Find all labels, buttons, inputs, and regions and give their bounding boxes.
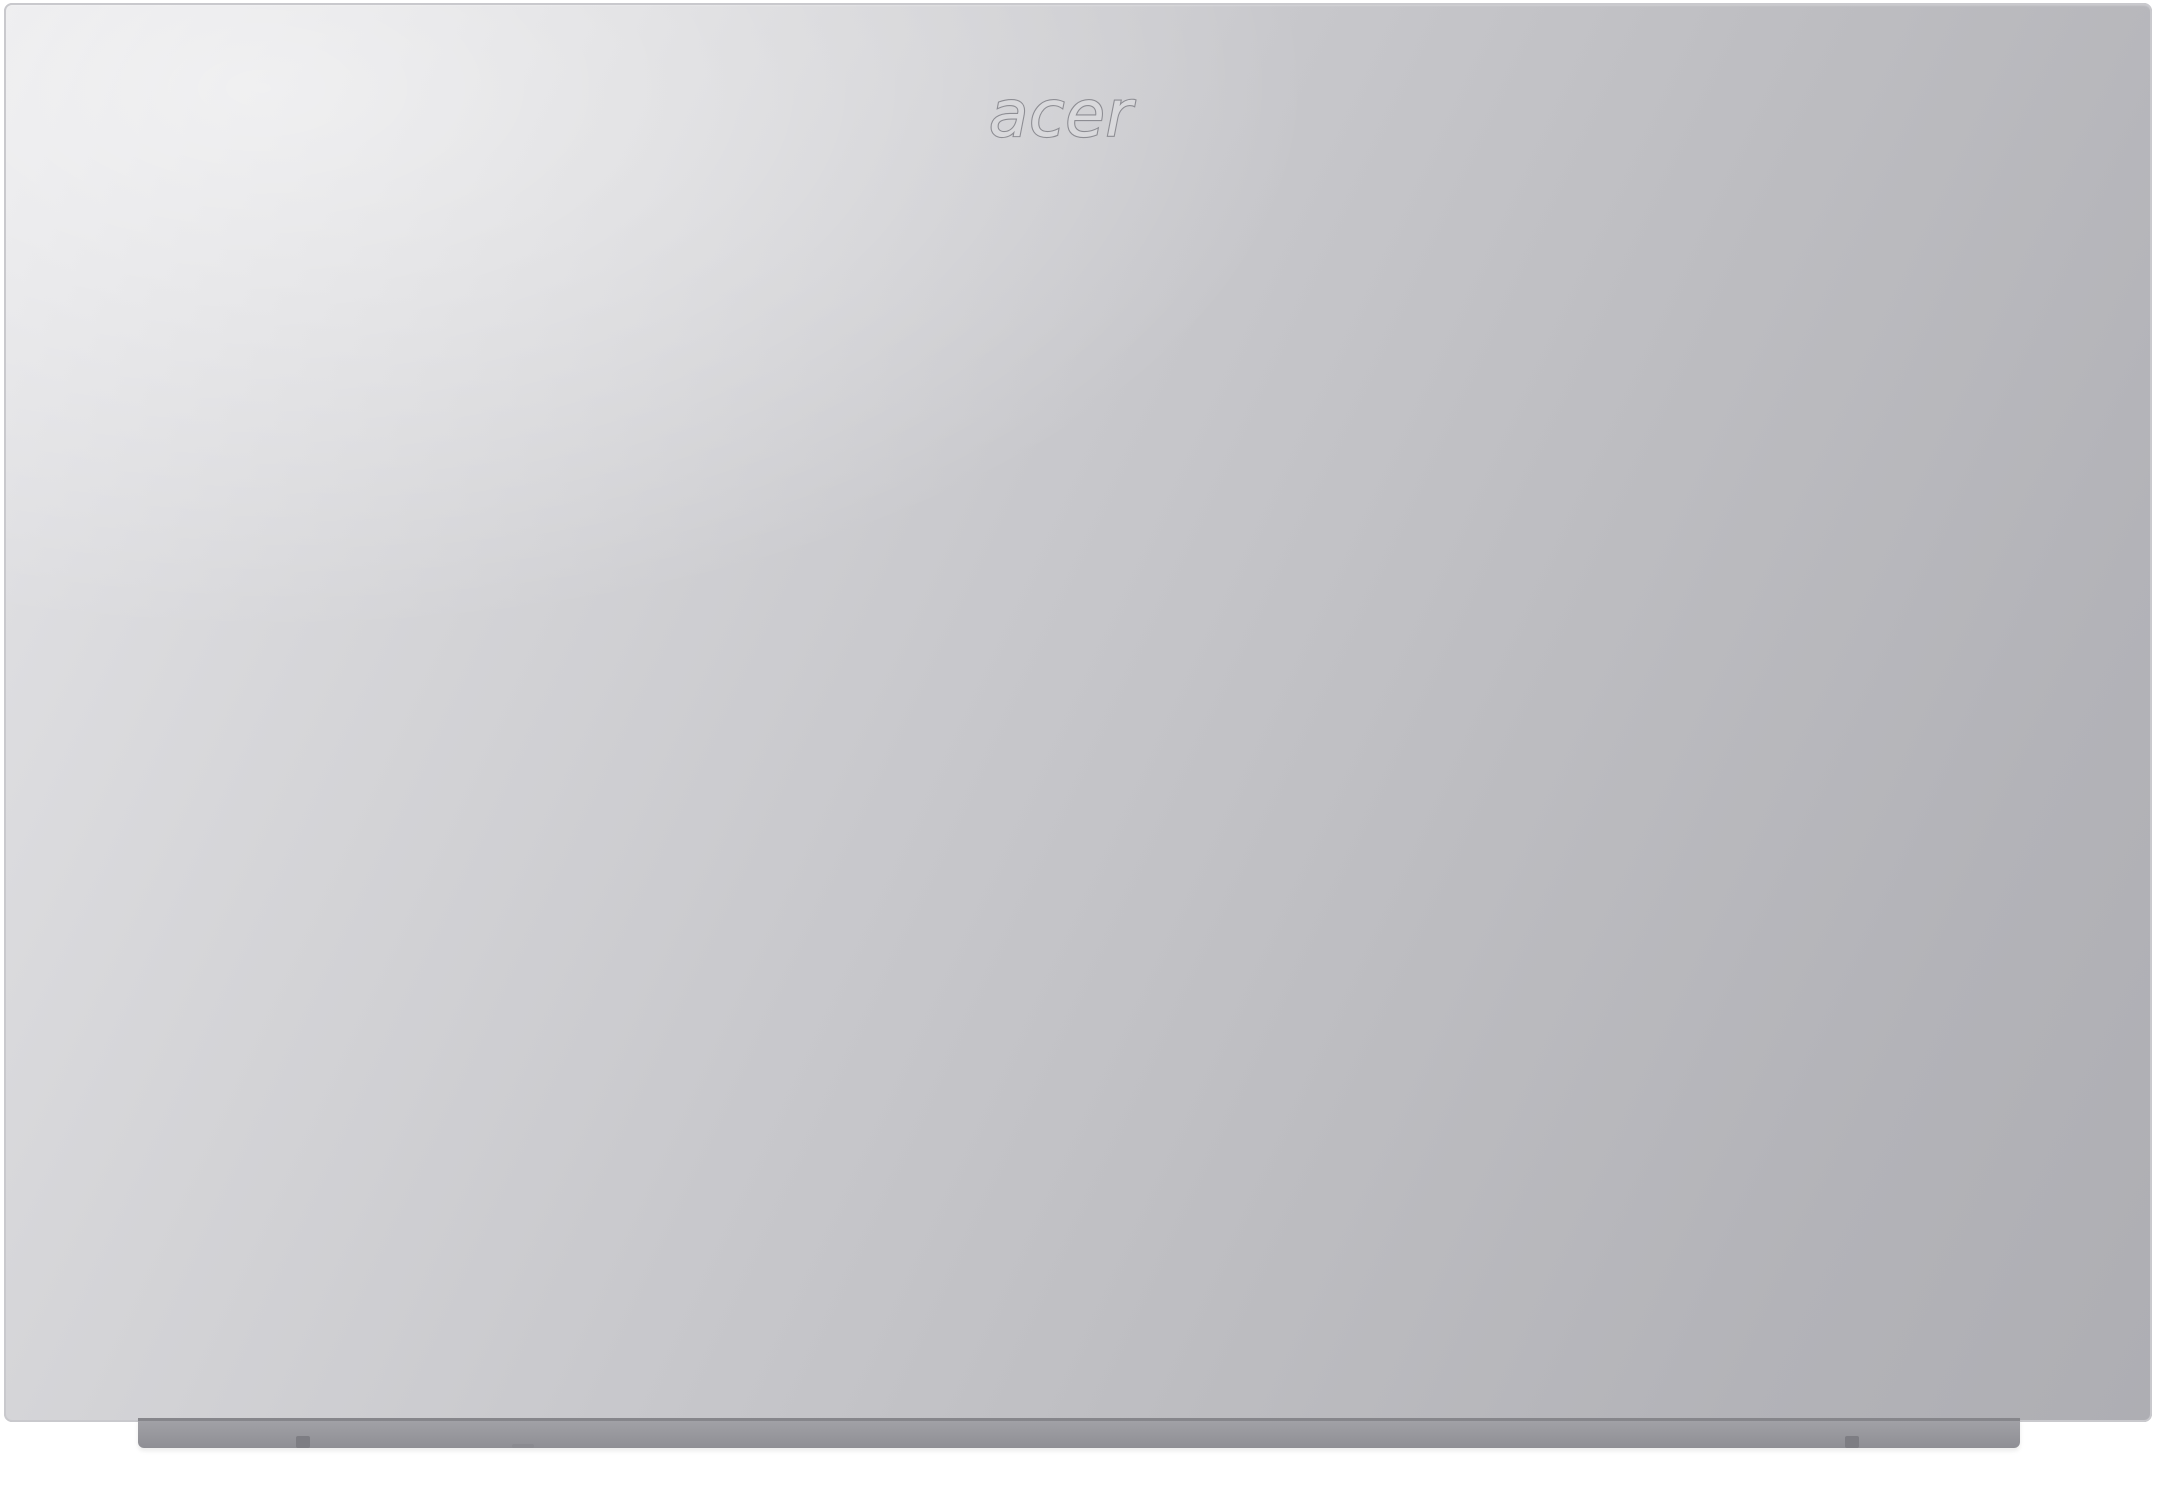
- hinge-notch: [512, 1444, 534, 1448]
- logo-text: acer: [989, 78, 1136, 150]
- acer-logo: acer: [988, 78, 1136, 150]
- hinge-foot-left: [296, 1436, 310, 1448]
- hinge-seam: [138, 1418, 2020, 1421]
- laptop-lid: [4, 3, 2152, 1422]
- laptop-photo: acer: [0, 0, 2160, 1486]
- hinge-foot-right: [1845, 1436, 1859, 1448]
- hinge-bar: [138, 1418, 2020, 1448]
